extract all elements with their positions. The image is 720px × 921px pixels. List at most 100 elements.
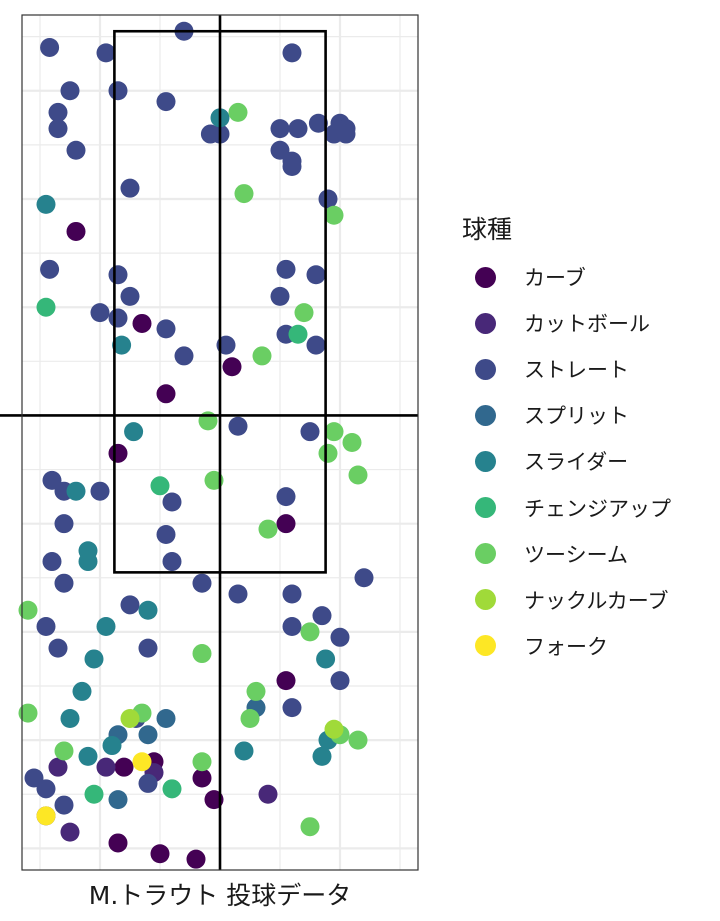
point-series-0 <box>222 357 242 377</box>
point-series-4 <box>96 616 116 636</box>
point-series-4 <box>60 708 80 728</box>
legend-swatch <box>475 312 496 334</box>
point-series-2 <box>96 43 116 63</box>
point-series-2 <box>138 638 158 658</box>
legend-item: ナックルカーブ <box>462 577 671 623</box>
point-series-5 <box>150 476 170 496</box>
legend-label: ナックルカーブ <box>524 588 669 613</box>
point-series-0 <box>192 768 212 788</box>
point-series-4 <box>78 746 98 766</box>
point-series-6 <box>318 443 338 463</box>
point-series-2 <box>156 319 176 339</box>
point-series-2 <box>288 119 308 139</box>
legend-label: ストレート <box>524 358 629 383</box>
x-axis-label: M.トラウト 投球データ <box>88 881 352 910</box>
point-series-6 <box>54 741 74 761</box>
point-series-2 <box>54 573 74 593</box>
point-series-2 <box>120 595 140 615</box>
point-series-2 <box>120 286 140 306</box>
point-series-2 <box>270 286 290 306</box>
legend-swatch <box>475 404 496 426</box>
point-series-2 <box>90 303 110 323</box>
point-series-2 <box>48 638 68 658</box>
point-series-4 <box>124 422 144 442</box>
point-series-0 <box>276 514 296 534</box>
point-series-2 <box>162 552 182 572</box>
legend-swatch <box>475 543 496 565</box>
point-series-6 <box>324 205 344 225</box>
point-series-1 <box>48 757 68 777</box>
point-series-4 <box>78 552 98 572</box>
point-series-2 <box>40 259 60 279</box>
point-series-8 <box>36 806 56 826</box>
point-series-6 <box>300 622 320 642</box>
point-series-3 <box>156 708 176 728</box>
point-series-7 <box>324 719 344 739</box>
point-series-2 <box>36 616 56 636</box>
point-series-2 <box>192 573 212 593</box>
point-series-2 <box>228 416 248 436</box>
legend-item: ストレート <box>462 346 671 392</box>
legend-swatch <box>475 358 496 380</box>
legend: 球種 カーブ カットボール ストレート スプリット スライダー チェンジアップ ツーシームナ… <box>462 210 671 669</box>
point-series-2 <box>60 81 80 101</box>
legend-swatch <box>475 450 496 472</box>
legend-item: フォーク <box>462 623 671 669</box>
point-series-2 <box>36 779 56 799</box>
point-series-6 <box>324 422 344 442</box>
point-series-2 <box>108 308 128 328</box>
point-series-2 <box>108 81 128 101</box>
point-series-4 <box>316 649 336 669</box>
point-series-4 <box>234 741 254 761</box>
point-series-2 <box>282 157 302 177</box>
point-series-2 <box>228 584 248 604</box>
point-series-2 <box>138 773 158 793</box>
legend-label: カットボール <box>524 312 650 337</box>
point-series-0 <box>276 671 296 691</box>
point-series-6 <box>18 703 38 723</box>
point-series-6 <box>240 708 260 728</box>
point-series-2 <box>162 492 182 512</box>
point-series-5 <box>36 297 56 317</box>
legend-swatch <box>475 497 496 519</box>
point-series-4 <box>66 481 86 501</box>
point-series-2 <box>282 43 302 63</box>
point-series-2 <box>156 524 176 544</box>
legend-item: チェンジアップ <box>462 484 671 530</box>
point-series-2 <box>42 552 62 572</box>
point-series-8 <box>132 752 152 772</box>
point-series-3 <box>108 790 128 810</box>
point-series-0 <box>66 221 86 241</box>
point-series-2 <box>108 265 128 285</box>
point-series-0 <box>108 443 128 463</box>
point-series-2 <box>276 259 296 279</box>
point-series-0 <box>150 844 170 864</box>
point-series-1 <box>258 784 278 804</box>
point-series-4 <box>138 600 158 620</box>
point-series-2 <box>330 671 350 691</box>
legend-swatch <box>475 589 496 611</box>
point-series-6 <box>234 184 254 204</box>
legend-label: スライダー <box>524 450 629 475</box>
point-series-4 <box>72 681 92 701</box>
point-series-2 <box>40 37 60 57</box>
point-series-0 <box>186 849 206 869</box>
point-series-5 <box>288 324 308 344</box>
point-series-0 <box>114 757 134 777</box>
point-series-6 <box>18 600 38 620</box>
legend-item: ツーシーム <box>462 531 671 577</box>
point-series-2 <box>354 568 374 588</box>
point-series-2 <box>306 265 326 285</box>
point-series-2 <box>282 616 302 636</box>
point-series-6 <box>294 303 314 323</box>
legend-item: カットボール <box>462 300 671 346</box>
point-series-6 <box>246 681 266 701</box>
point-series-2 <box>312 606 332 626</box>
legend-label: スプリット <box>524 404 629 429</box>
point-series-2 <box>90 481 110 501</box>
legend-title: 球種 <box>462 215 513 244</box>
legend-swatch <box>475 266 496 288</box>
point-series-4 <box>36 194 56 214</box>
legend-label: チェンジアップ <box>524 496 671 521</box>
point-series-6 <box>300 817 320 837</box>
